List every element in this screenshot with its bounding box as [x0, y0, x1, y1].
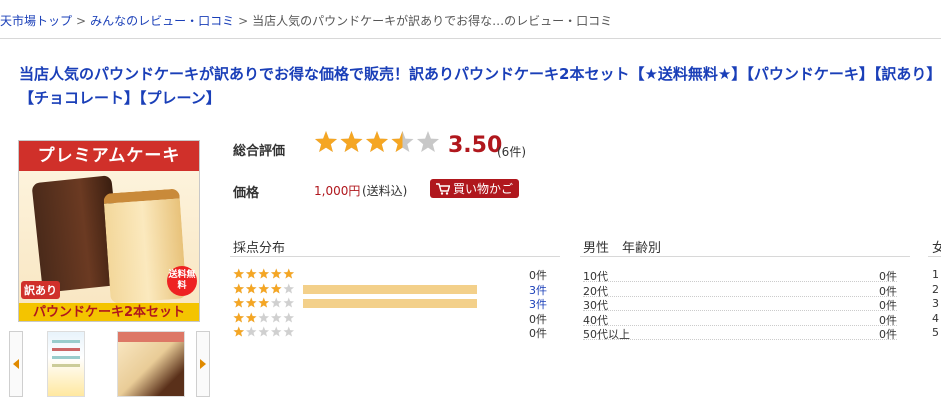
distribution-row-1: 0件	[233, 325, 548, 340]
review-count[interactable]: (6件)	[497, 143, 526, 160]
female-age-row-clipped: 3	[932, 297, 939, 310]
distribution-row-4[interactable]: 3件	[233, 282, 548, 297]
breadcrumb: 楽天市場トップ>みんなのレビュー・口コミ>当店人気のパウンドケーキが訳ありでお得…	[0, 12, 612, 30]
distribution-bar	[303, 284, 477, 294]
male-age-row: 30代 0件	[583, 297, 897, 312]
image-banner-text: プレミアムケーキ	[19, 141, 199, 171]
breadcrumb-reviews[interactable]: みんなのレビュー・口コミ	[90, 12, 234, 29]
thumbnail-1[interactable]	[47, 331, 85, 397]
add-to-cart-button[interactable]: 買い物かご	[430, 179, 520, 198]
star-icon	[270, 311, 282, 323]
rating-value: 3.50	[448, 133, 503, 158]
star-icon	[258, 311, 270, 323]
star-icon	[417, 131, 439, 152]
distribution-stars	[233, 297, 297, 309]
male-age-divider	[580, 256, 910, 257]
star-icon	[283, 326, 295, 337]
breadcrumb-separator: >	[238, 14, 249, 28]
distribution-count: 0件	[529, 327, 547, 340]
distribution-row-5: 0件	[233, 267, 548, 282]
star-icon	[233, 268, 245, 279]
male-age-row: 10代 0件	[583, 268, 897, 283]
breadcrumb-rakuten-top[interactable]: 楽天市場トップ	[0, 12, 72, 29]
star-icon	[270, 297, 282, 308]
star-icon	[245, 268, 257, 279]
arrow-left-icon[interactable]	[9, 331, 23, 397]
star-icon	[258, 268, 270, 279]
rating-stars	[314, 130, 444, 158]
thumbnail-carousel	[9, 331, 210, 397]
product-image[interactable]: プレミアムケーキ 送料無料 訳あり パウンドケーキ2本セット	[18, 140, 200, 322]
star-icon	[270, 268, 282, 279]
distribution-row-3[interactable]: 3件	[233, 296, 548, 311]
shipping-included-note: (送料込)	[362, 184, 408, 198]
price-label: 価格	[233, 186, 260, 201]
star-icon	[245, 326, 257, 337]
dist-stars-4-svg	[233, 282, 295, 294]
star-icon	[283, 311, 295, 323]
arrow-right-icon[interactable]	[196, 331, 210, 397]
wakeari-label: 訳あり	[21, 281, 60, 299]
star-icon	[233, 326, 245, 337]
image-bottom-text: パウンドケーキ2本セット	[19, 303, 199, 321]
overall-rating-label: 総合評価	[233, 144, 286, 159]
star-icon	[258, 326, 270, 337]
star-icon	[233, 282, 245, 294]
distribution-bar	[303, 299, 477, 308]
star-icon	[270, 326, 282, 337]
dist-stars-1-svg	[233, 326, 295, 337]
male-age-heading: 男性 年齢別	[583, 241, 662, 256]
dist-stars-2-svg	[233, 311, 295, 323]
star-icon	[366, 131, 388, 152]
star-icon	[245, 311, 257, 323]
dist-stars-5-svg	[233, 268, 295, 279]
star-icon	[233, 297, 245, 308]
dist-stars-3-svg	[233, 297, 295, 308]
distribution-stars	[233, 311, 297, 324]
female-age-divider	[928, 256, 941, 257]
breadcrumb-current: 当店人気のパウンドケーキが訳ありでお得な…のレビュー・口コミ	[252, 14, 613, 28]
female-age-row-clipped: 1	[932, 268, 939, 281]
female-age-row-clipped: 4	[932, 311, 939, 325]
star-icon	[340, 131, 363, 152]
cart-icon	[436, 182, 450, 195]
distribution-stars	[233, 282, 297, 295]
male-age-row: 20代 0件	[583, 283, 897, 298]
free-shipping-badge: 送料無料	[167, 266, 197, 296]
distribution-stars	[233, 326, 297, 338]
thumbnail-2[interactable]	[117, 331, 185, 397]
cart-button-label: 買い物かご	[453, 182, 514, 196]
distribution-divider	[230, 256, 560, 257]
star-icon	[283, 282, 295, 294]
distribution-row-2: 0件	[233, 311, 548, 326]
star-icon	[245, 282, 257, 294]
male-age-row: 40代 0件	[583, 312, 897, 327]
male-age-row: 50代以上 0件	[583, 326, 897, 341]
star-icon	[270, 282, 282, 294]
product-title[interactable]: 当店人気のパウンドケーキが訳ありでお得な価格で販売！訳ありパウンドケーキ2本セッ…	[19, 62, 941, 110]
cake-photo: 送料無料 訳あり パウンドケーキ2本セット	[19, 171, 199, 321]
row-separator	[583, 339, 897, 341]
rating-stars-svg	[315, 131, 439, 152]
price-amount: 1,000円	[314, 184, 361, 198]
star-icon	[283, 297, 295, 308]
star-icon	[233, 311, 245, 323]
star-icon	[315, 131, 337, 152]
star-icon	[245, 297, 257, 308]
female-age-row-clipped: 5	[932, 326, 939, 339]
distribution-heading: 採点分布	[233, 241, 286, 256]
star-icon	[258, 297, 270, 308]
star-icon	[283, 268, 295, 279]
breadcrumb-separator: >	[76, 14, 87, 28]
female-age-heading: 女	[932, 241, 941, 256]
star-icon	[391, 131, 414, 152]
distribution-stars	[233, 268, 297, 280]
star-icon	[258, 282, 270, 294]
female-age-row-clipped: 2	[932, 282, 939, 296]
header-divider	[0, 38, 941, 39]
